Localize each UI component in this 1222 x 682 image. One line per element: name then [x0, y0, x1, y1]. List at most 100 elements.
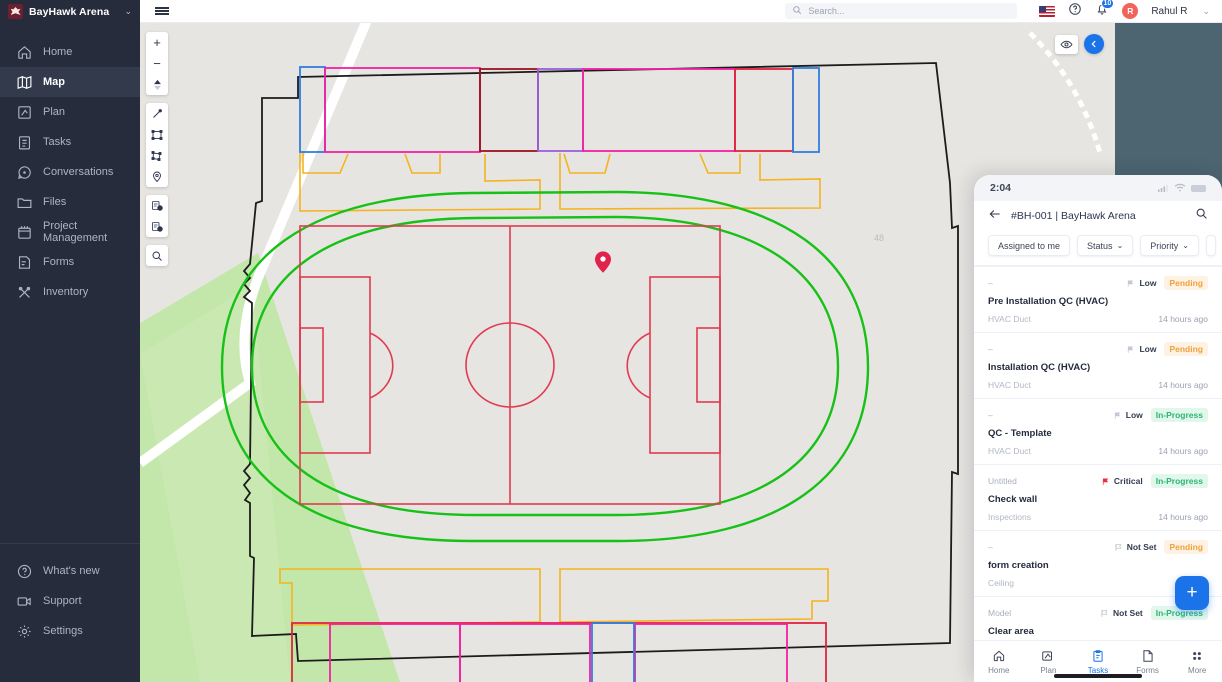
task-category: HVAC Duct	[988, 380, 1031, 390]
calendar-icon	[16, 224, 33, 241]
sidebar-nav: Home Map Plan Tasks Conversations Files	[0, 37, 140, 543]
flag-icon	[1101, 609, 1108, 617]
task-subtitle: Model	[988, 608, 1012, 618]
chip-priority[interactable]: Priority ⌄	[1140, 235, 1199, 256]
eye-visibility-icon[interactable]	[1055, 34, 1078, 54]
home-indicator	[1054, 674, 1142, 678]
hamburger-icon[interactable]	[140, 6, 184, 17]
question-circle-icon	[16, 563, 33, 580]
zoom-in-icon[interactable]: +	[146, 32, 168, 53]
task-list-item[interactable]: – Low In-Progress QC - Template HVAC Duc…	[974, 399, 1222, 465]
sidebar-item-forms[interactable]: Forms	[0, 247, 140, 277]
sidebar-item-support[interactable]: Support	[0, 586, 140, 616]
search-input[interactable]	[808, 6, 1011, 16]
map-canvas[interactable]: 48 + −	[140, 23, 1115, 682]
sidebar-item-plan[interactable]: Plan	[0, 97, 140, 127]
sidebar-item-label: Support	[43, 595, 82, 607]
polygon-icon[interactable]	[146, 145, 168, 166]
chip-overflow[interactable]	[1205, 235, 1216, 256]
flag-icon	[1128, 279, 1134, 287]
priority-label: Low	[1139, 278, 1157, 288]
task-footer-row: HVAC Duct 14 hours ago	[988, 314, 1208, 324]
tasks-clipboard-icon	[1093, 649, 1103, 662]
flag-icon	[1114, 411, 1120, 419]
search-icon[interactable]	[146, 245, 168, 266]
chevron-left-icon[interactable]	[1084, 34, 1104, 54]
task-list-item[interactable]: – Low Pending Installation QC (HVAC) HVA…	[974, 333, 1222, 399]
sidebar-item-label: What's new	[43, 565, 100, 577]
plan-icon	[1042, 650, 1053, 661]
sidebar-item-whats-new[interactable]: What's new	[0, 556, 140, 586]
tab-more[interactable]: More	[1172, 649, 1222, 675]
task-meta-row: Model Not Set In-Progress	[988, 606, 1208, 620]
chevron-down-icon: ⌄	[1182, 241, 1189, 250]
task-category: Inspections	[988, 512, 1031, 522]
task-footer-row: Inspections 14 hours ago	[988, 512, 1208, 522]
document-add-icon[interactable]	[146, 195, 168, 216]
document-link-icon[interactable]	[146, 216, 168, 237]
topbar: 10 R Rahul R ⌄	[140, 0, 1222, 23]
task-list-item[interactable]: – Low Pending Pre Installation QC (HVAC)…	[974, 267, 1222, 333]
app-root: BayHawk Arena ⌄ Home Map Plan Tasks Conv…	[0, 0, 1222, 682]
forms-icon	[1142, 649, 1153, 662]
chevron-down-icon[interactable]: ⌄	[124, 6, 132, 17]
sidebar-item-inventory[interactable]: Inventory	[0, 277, 140, 307]
map-pin-icon[interactable]	[146, 166, 168, 187]
us-flag-icon[interactable]	[1039, 5, 1056, 17]
sidebar-item-conversations[interactable]: Conversations	[0, 157, 140, 187]
avatar[interactable]: R	[1122, 3, 1139, 19]
task-title: form creation	[988, 560, 1049, 571]
tab-forms[interactable]: Forms	[1123, 649, 1173, 675]
user-name: Rahul R	[1151, 5, 1188, 17]
sidebar-item-label: Files	[43, 196, 67, 208]
sidebar-item-files[interactable]: Files	[0, 187, 140, 217]
map-vector-layer: 48	[140, 23, 1115, 682]
sidebar-item-map[interactable]: Map	[0, 67, 140, 97]
brand-switcher[interactable]: BayHawk Arena ⌄	[0, 0, 140, 23]
status-badge: In-Progress	[1150, 474, 1208, 488]
back-arrow-icon[interactable]	[988, 207, 1002, 226]
task-list-item[interactable]: Untitled Critical In-Progress Check wall…	[974, 465, 1222, 531]
sidebar-item-label: Plan	[43, 106, 66, 118]
chip-status[interactable]: Status ⌄	[1077, 235, 1134, 256]
global-search[interactable]	[785, 3, 1018, 19]
priority-label: Not Set	[1126, 542, 1157, 552]
sidebar-item-label: Settings	[43, 625, 83, 637]
sidebar-item-settings[interactable]: Settings	[0, 616, 140, 646]
sidebar-item-project-management[interactable]: Project Management	[0, 217, 140, 247]
chip-assigned-to-me[interactable]: Assigned to me	[988, 235, 1071, 256]
map-pin-marker[interactable]	[595, 251, 611, 273]
tab-plan[interactable]: Plan	[1024, 649, 1074, 675]
chip-label: Assigned to me	[998, 240, 1061, 251]
measure-line-icon[interactable]	[146, 103, 168, 124]
chip-label: Priority	[1150, 240, 1179, 251]
compass-north-icon[interactable]	[146, 74, 168, 95]
rectangle-icon[interactable]	[146, 124, 168, 145]
tab-tasks[interactable]: Tasks	[1073, 649, 1123, 675]
zoom-out-icon[interactable]: −	[146, 53, 168, 74]
forms-icon	[16, 254, 33, 271]
tasks-clipboard-icon	[16, 134, 33, 151]
task-timestamp: 14 hours ago	[1158, 446, 1208, 456]
task-footer-row: HVAC Duct 14 hours ago	[988, 446, 1208, 456]
chevron-down-icon[interactable]: ⌄	[1202, 6, 1210, 17]
task-subtitle: –	[988, 344, 993, 354]
zoom-tool-group: + −	[146, 32, 168, 95]
more-grid-icon	[1193, 651, 1202, 660]
add-plus-icon[interactable]: +	[1175, 576, 1209, 610]
task-subtitle: –	[988, 542, 993, 552]
sidebar-item-tasks[interactable]: Tasks	[0, 127, 140, 157]
help-circle-icon[interactable]	[1068, 2, 1082, 21]
bell-icon[interactable]: 10	[1095, 0, 1115, 21]
priority-group: Not Set	[1100, 608, 1143, 618]
search-icon[interactable]	[1195, 207, 1208, 225]
gear-icon	[16, 623, 33, 640]
task-category: HVAC Duct	[988, 446, 1031, 456]
task-meta-row: – Low In-Progress	[988, 408, 1208, 422]
tab-home[interactable]: Home	[974, 649, 1024, 675]
chevron-down-icon: ⌄	[1116, 241, 1124, 250]
task-meta-row: – Low Pending	[988, 342, 1208, 356]
sidebar-item-home[interactable]: Home	[0, 37, 140, 67]
status-badge: Pending	[1164, 540, 1208, 554]
chat-bubble-icon	[16, 164, 33, 181]
